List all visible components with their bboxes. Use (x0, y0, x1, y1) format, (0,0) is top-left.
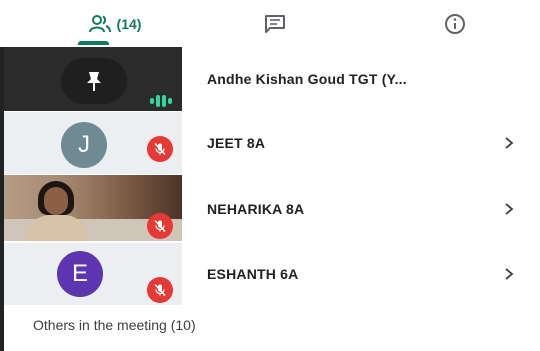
avatar: E (57, 251, 103, 297)
chat-icon (265, 14, 285, 33)
info-icon (445, 13, 465, 34)
pin-icon (87, 72, 101, 91)
avatar-letter: J (78, 131, 90, 158)
participant-tile[interactable]: E (4, 242, 182, 305)
tab-info[interactable] (420, 0, 490, 47)
participant-name: JEET 8A (207, 135, 266, 151)
participant-list: Andhe Kishan Goud TGT (Y... JEET 8A NEHA… (182, 47, 540, 305)
tab-chat[interactable] (240, 0, 310, 47)
others-section-header: Others in the meeting (10) (33, 317, 196, 333)
participant-name: NEHARIKA 8A (207, 200, 305, 217)
chevron-right-icon[interactable] (502, 136, 516, 150)
participant-name: ESHANTH 6A (207, 265, 299, 282)
tab-bar: (14) (0, 0, 540, 47)
participant-name: Andhe Kishan Goud TGT (Y... (207, 71, 407, 87)
people-icon (88, 14, 111, 32)
tab-people[interactable]: (14) (60, 0, 170, 47)
participant-tile[interactable]: J (4, 111, 182, 174)
participant-tiles: J E (4, 47, 182, 305)
avatar-letter: E (71, 260, 88, 287)
chevron-right-icon[interactable] (502, 202, 516, 216)
list-item[interactable]: NEHARIKA 8A (182, 175, 540, 242)
avatar (61, 58, 127, 104)
mic-off-icon (147, 277, 173, 303)
list-item[interactable]: Andhe Kishan Goud TGT (Y... (182, 47, 540, 111)
list-item[interactable]: ESHANTH 6A (182, 242, 540, 305)
participant-video[interactable] (4, 175, 182, 241)
participant-tile[interactable] (4, 47, 182, 111)
active-tab-indicator (78, 41, 109, 45)
chevron-right-icon[interactable] (502, 267, 516, 281)
mic-off-icon (147, 136, 173, 162)
list-item[interactable]: JEET 8A (182, 111, 540, 175)
avatar: J (61, 122, 107, 168)
list-continuation (4, 342, 540, 351)
participant-face (44, 187, 68, 215)
participant-count: (14) (116, 15, 142, 32)
mic-off-icon (147, 213, 173, 239)
speaking-indicator-icon (150, 94, 172, 108)
